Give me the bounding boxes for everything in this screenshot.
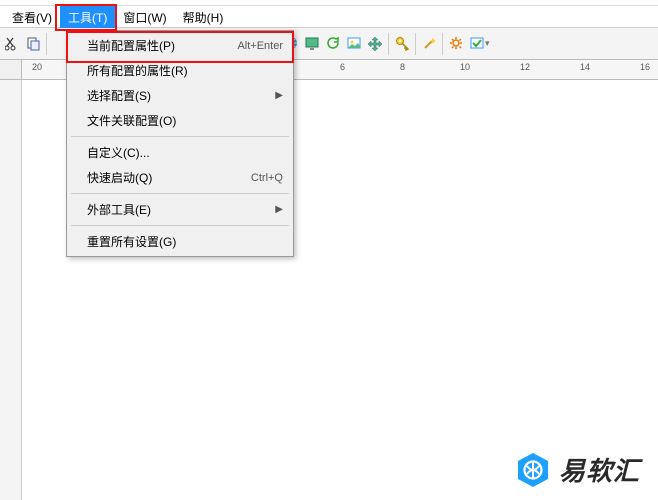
dropdown-chevron-icon[interactable]: ▾ xyxy=(485,38,490,49)
menu-item-label: 重置所有设置(G) xyxy=(87,233,283,250)
vertical-ruler xyxy=(0,80,22,500)
menu-item-label: 文件关联配置(O) xyxy=(87,112,283,129)
toolbar-separator xyxy=(415,33,416,55)
arrows-icon[interactable] xyxy=(365,34,385,54)
check-icon[interactable] xyxy=(467,34,487,54)
ruler-tick: 20 xyxy=(32,62,42,72)
menu-separator xyxy=(71,193,289,194)
refresh-icon[interactable] xyxy=(323,34,343,54)
image-icon[interactable] xyxy=(344,34,364,54)
key-icon[interactable] xyxy=(392,34,412,54)
menu-item-shortcut: Ctrl+Q xyxy=(251,172,283,184)
ruler-tick: 10 xyxy=(460,62,470,72)
menu-view[interactable]: 查看(V) xyxy=(4,6,60,28)
ruler-tick: 8 xyxy=(400,62,405,72)
menu-reset-all-settings[interactable]: 重置所有设置(G) xyxy=(67,229,293,254)
ruler-tick: 14 xyxy=(580,62,590,72)
menu-all-config-properties[interactable]: 所有配置的属性(R) xyxy=(67,58,293,83)
wand-icon[interactable] xyxy=(419,34,439,54)
menu-file-association-config[interactable]: 文件关联配置(O) xyxy=(67,108,293,133)
cut-icon[interactable] xyxy=(2,34,22,54)
menu-bar: 查看(V) 工具(T) 窗口(W) 帮助(H) xyxy=(0,6,658,28)
menu-item-label: 外部工具(E) xyxy=(87,201,267,218)
toolbar-separator xyxy=(442,33,443,55)
menu-quick-launch[interactable]: 快速启动(Q) Ctrl+Q xyxy=(67,165,293,190)
menu-window[interactable]: 窗口(W) xyxy=(115,6,174,28)
watermark-text: 易软汇 xyxy=(559,451,640,488)
menu-item-label: 选择配置(S) xyxy=(87,87,267,104)
menu-separator xyxy=(71,136,289,137)
submenu-arrow-icon: ▶ xyxy=(275,204,283,215)
ruler-corner xyxy=(0,60,22,80)
gear-icon[interactable] xyxy=(446,34,466,54)
menu-item-shortcut: Alt+Enter xyxy=(237,40,283,52)
ruler-tick: 12 xyxy=(520,62,530,72)
copy-icon[interactable] xyxy=(23,34,43,54)
screen-icon[interactable] xyxy=(302,34,322,54)
tools-dropdown: 当前配置属性(P) Alt+Enter 所有配置的属性(R) 选择配置(S) ▶… xyxy=(66,30,294,257)
submenu-arrow-icon: ▶ xyxy=(275,90,283,101)
menu-item-label: 自定义(C)... xyxy=(87,144,283,161)
menu-item-label: 所有配置的属性(R) xyxy=(87,62,283,79)
menu-external-tools[interactable]: 外部工具(E) ▶ xyxy=(67,197,293,222)
menu-current-config-properties[interactable]: 当前配置属性(P) Alt+Enter xyxy=(67,33,293,58)
menu-separator xyxy=(71,225,289,226)
toolbar-separator xyxy=(46,33,47,55)
menu-customize[interactable]: 自定义(C)... xyxy=(67,140,293,165)
menu-tools[interactable]: 工具(T) xyxy=(60,6,115,28)
watermark: 易软汇 xyxy=(515,451,640,488)
menu-select-config[interactable]: 选择配置(S) ▶ xyxy=(67,83,293,108)
menu-item-label: 当前配置属性(P) xyxy=(87,37,229,54)
ruler-tick: 6 xyxy=(340,62,345,72)
menu-item-label: 快速启动(Q) xyxy=(87,169,243,186)
watermark-logo-icon xyxy=(515,452,551,488)
toolbar-separator xyxy=(388,33,389,55)
ruler-tick: 16 xyxy=(640,62,650,72)
menu-help[interactable]: 帮助(H) xyxy=(175,6,232,28)
